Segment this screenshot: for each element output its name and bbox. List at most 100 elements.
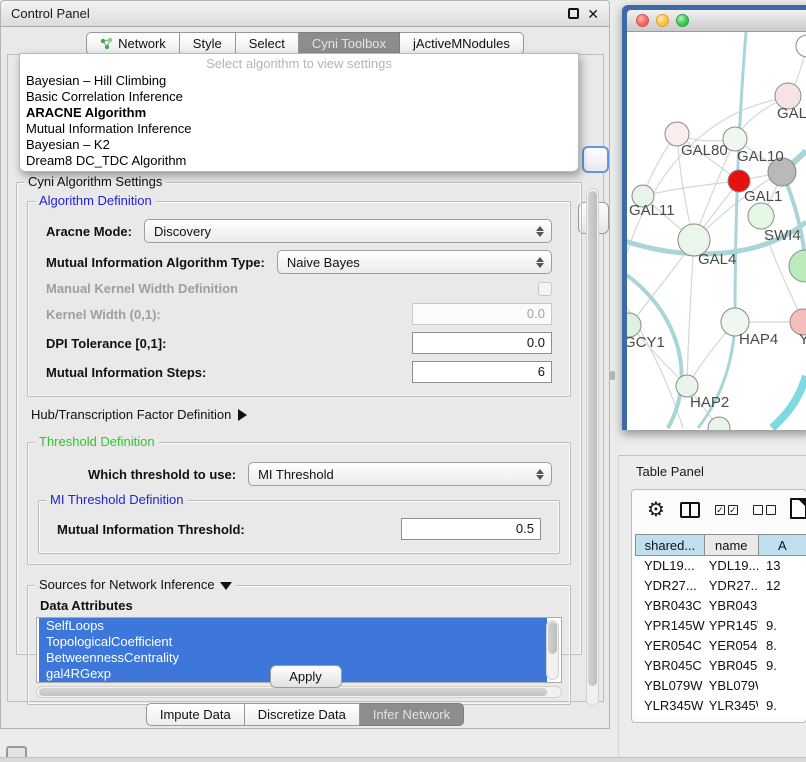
network-edge[interactable] [772,376,806,428]
table-cell: YBR043C [635,596,705,616]
network-node[interactable] [708,417,730,430]
table-cell: YDL19... [705,556,758,576]
hub-tf-definition-expander[interactable]: Hub/Transcription Factor Definition [31,407,581,422]
table-cell: YLR345W [635,696,705,716]
table-toolbar: ⚙ ✓✓ [632,490,806,530]
deselect-checkboxes-icon[interactable] [753,505,776,515]
network-node-swi4[interactable] [748,203,774,229]
table-cell: YBR043C [705,596,758,616]
table-row[interactable]: YIL052CYIL052C9. [635,716,806,717]
mi-algo-type-value: Naive Bayes [287,255,360,270]
node-table-panel: ⚙ ✓✓ shared...nameA YDL19...YDL19...13YD… [631,489,806,723]
network-canvas[interactable]: GALGAL80GAL10GAL1GAL11SWI4GAL4GCY1HAP4YH… [627,32,806,430]
network-window-titlebar[interactable] [627,10,806,32]
column-header-a[interactable]: A [759,534,806,556]
control-panel-titlebar[interactable]: Control Panel ✕ [1,1,609,27]
network-node[interactable] [796,35,806,57]
network-edge[interactable] [698,322,735,428]
node-label: HAP4 [739,331,778,348]
table-cell: YBL079W [635,676,705,696]
aracne-mode-combobox[interactable]: Discovery [144,219,552,243]
tab-infer-network[interactable]: Infer Network [360,703,464,726]
attribute-item-topologicalcoefficient[interactable]: TopologicalCoefficient [39,634,547,650]
aracne-mode-label: Aracne Mode: [46,224,132,239]
mi-algo-type-label: Mutual Information Algorithm Type: [46,255,265,270]
close-icon[interactable]: ✕ [587,7,599,21]
algorithm-definition-group: Algorithm Definition Aracne Mode: Discov… [27,201,571,397]
tab-cyni-toolbox[interactable]: Cyni Toolbox [299,32,400,55]
attribute-item-selfloops[interactable]: SelfLoops [39,618,547,634]
algorithm-option-bayesian-hill-climbing[interactable]: Bayesian – Hill Climbing [20,73,578,89]
tab-select[interactable]: Select [236,32,299,55]
table-row[interactable]: YER054CYER054C8. [635,636,806,656]
settings-vertical-scrollbar[interactable] [586,188,599,706]
column-header-name[interactable]: name [705,534,759,556]
control-panel-window: Control Panel ✕ NetworkStyle Select Cyni T… [0,0,610,729]
table-row[interactable]: YBR043CYBR043C [635,596,806,616]
attribute-item-betweennesscentrality[interactable]: BetweennessCentrality [39,650,547,666]
table-cell [758,596,806,616]
stepper-arrows-icon [536,226,547,237]
network-edge[interactable] [643,181,739,196]
cyni-bottom-tabbar: Impute Data Discretize Data Infer Network [1,703,609,726]
tab-label: Select [249,36,285,51]
select-checkboxes-icon[interactable]: ✓✓ [715,505,738,515]
table-row[interactable]: YLR345WYLR345W9. [635,696,806,716]
minimize-traffic-light-icon[interactable] [656,14,669,27]
panel-splitter-handle[interactable] [610,371,615,380]
table-cell: 9. [758,716,806,717]
control-panel-title: Control Panel [11,6,90,21]
table-row[interactable]: YDR27...YDR27...12 [635,576,806,596]
mi-steps-field[interactable]: 6 [412,361,552,383]
zoom-traffic-light-icon[interactable] [676,14,689,27]
table-cell: YDL19... [635,556,705,576]
tab-network[interactable]: Network [86,32,180,55]
attributes-list-scrollbar[interactable] [546,620,559,680]
tab-jactivemnodules[interactable]: jActiveMNodules [400,32,524,55]
split-columns-icon[interactable] [680,502,700,518]
kernel-width-label: Kernel Width (0,1): [46,307,161,322]
network-node[interactable] [789,250,806,282]
table-row[interactable]: YBR045CYBR045C9. [635,656,806,676]
node-label: GAL [777,105,806,122]
node-label: GAL11 [629,202,675,219]
tab-style[interactable]: Style [180,32,236,55]
column-header-shared[interactable]: shared... [635,534,705,556]
table-row[interactable]: YPR145WYPR145W9. [635,616,806,636]
algorithm-option-aracne-algorithm[interactable]: ARACNE Algorithm [20,105,578,121]
tab-impute-data[interactable]: Impute Data [146,703,245,726]
control-panel-tabbar: NetworkStyle Select Cyni ToolboxjActiveMNo… [1,32,609,55]
algorithm-option-bayesian-k2[interactable]: Bayesian – K2 [20,137,578,153]
algorithm-option-dream8-dc-tdc-algorithm[interactable]: Dream8 DC_TDC Algorithm [20,153,578,169]
document-icon[interactable] [790,498,806,519]
algorithm-option-mutual-information-inference[interactable]: Mutual Information Inference [20,121,578,137]
tab-discretize-data[interactable]: Discretize Data [245,703,360,726]
node-label: GCY1 [627,334,665,351]
network-edge[interactable] [687,240,694,386]
settings-gear-icon[interactable]: ⚙ [647,500,665,520]
algorithm-option-basic-correlation-inference[interactable]: Basic Correlation Inference [20,89,578,105]
sources-group-label[interactable]: Sources for Network Inference [35,577,236,593]
dpi-tolerance-field[interactable]: 0.0 [412,332,552,354]
which-threshold-combobox[interactable]: MI Threshold [248,462,552,486]
float-panel-icon[interactable] [568,8,579,19]
stepper-arrows-icon [536,257,547,268]
focused-combo-fragment[interactable] [582,146,609,173]
collapsed-arrow-icon [238,409,247,421]
table-cell: 9. [758,656,806,676]
tab-label: Discretize Data [258,707,346,722]
mi-threshold-field[interactable]: 0.5 [401,518,541,540]
table-cell: YPR145W [635,616,705,636]
table-row[interactable]: YDL19...YDL19...13 [635,556,806,576]
mi-algo-type-combobox[interactable]: Naive Bayes [277,250,552,274]
node-label: SWI4 [764,227,801,244]
close-traffic-light-icon[interactable] [636,14,649,27]
table-cell: YIL052C [635,716,705,717]
algorithm-dropdown-list: Bayesian – Hill ClimbingBasic Correlatio… [20,73,578,169]
mi-steps-label: Mutual Information Steps: [46,365,206,380]
table-cell: YBR045C [635,656,705,676]
table-row[interactable]: YBL079WYBL079W [635,676,806,696]
tab-label: Infer Network [373,707,450,722]
table-cell: YLR345W [705,696,758,716]
apply-button[interactable]: Apply [270,665,342,688]
